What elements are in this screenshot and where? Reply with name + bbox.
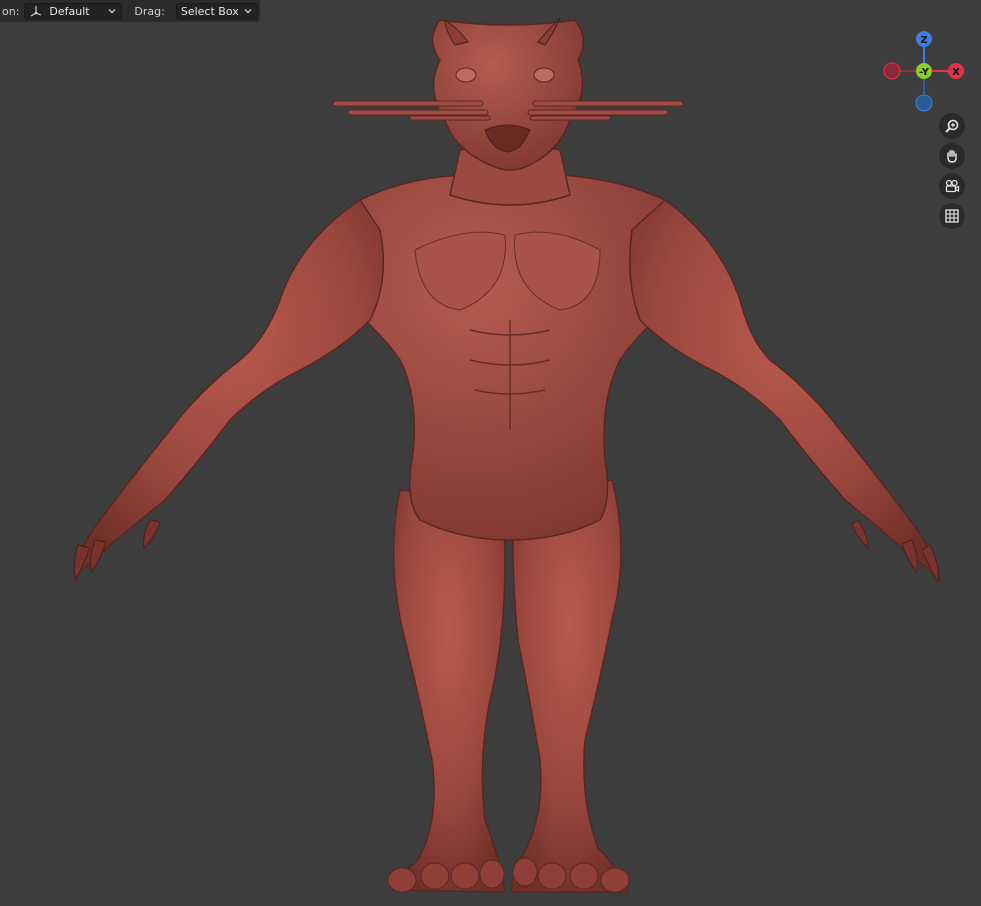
orientation-label: on:	[2, 4, 20, 18]
chevron-down-icon	[108, 9, 116, 14]
drag-label: Drag:	[134, 4, 165, 18]
sculpt-model	[73, 17, 942, 893]
ortho-toggle-button[interactable]	[939, 203, 965, 229]
gizmo-z-label: Z	[920, 35, 927, 46]
chevron-down-icon	[244, 9, 252, 14]
pan-button[interactable]	[939, 143, 965, 169]
drag-dropdown[interactable]: Select Box	[175, 2, 258, 20]
drag-value: Select Box	[180, 4, 239, 18]
zoom-icon	[945, 119, 959, 133]
gizmo-neg-z-axis[interactable]	[915, 94, 933, 112]
gizmo-x-label: X	[952, 67, 960, 78]
3d-viewport[interactable]: on: Default Drag: Select Box Z X -Y	[0, 0, 981, 906]
orientation-value: Default	[49, 4, 90, 18]
gizmo-y-label: -Y	[919, 67, 930, 78]
zoom-button[interactable]	[939, 113, 965, 139]
gizmo-neg-x-axis[interactable]	[883, 62, 901, 80]
pan-hand-icon	[947, 149, 957, 163]
viewport-header: on: Default Drag: Select Box	[0, 0, 260, 22]
transform-orientation-icon	[31, 6, 42, 17]
navigation-gizmo[interactable]: Z X -Y	[880, 28, 972, 114]
ortho-grid-icon	[945, 209, 959, 223]
transform-orientation-dropdown[interactable]: Default	[24, 2, 123, 20]
camera-view-icon	[945, 179, 960, 193]
camera-view-button[interactable]	[939, 173, 965, 199]
